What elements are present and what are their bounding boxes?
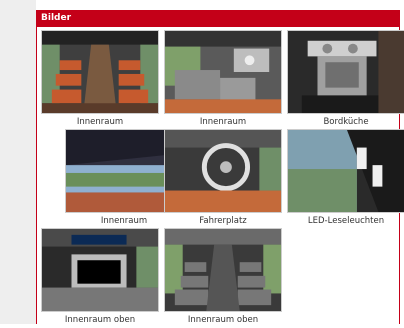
bus-interior-seats-image[interactable] — [41, 30, 159, 114]
section-header: Bilder — [36, 10, 400, 27]
gallery-grid: Innenraum Innenraum Bordküche Innenraum … — [36, 27, 404, 325]
gallery-item-led-leseleuchten[interactable]: LED-Leseleuchten — [287, 129, 404, 229]
gallery-caption: Innenraum oben — [187, 315, 259, 325]
bus-galley-kitchen-image[interactable] — [287, 30, 404, 114]
gallery-caption: Innenraum — [199, 117, 247, 127]
gallery-caption: Fahrerplatz — [199, 216, 247, 226]
gallery-item-innenraum-1[interactable]: Innenraum — [41, 30, 159, 130]
led-reading-lights-image[interactable] — [287, 129, 404, 213]
gallery-item-fahrerplatz[interactable]: Fahrerplatz — [164, 129, 282, 229]
gallery-item-innenraum-oben-1[interactable]: Innenraum oben — [41, 228, 159, 328]
gallery-caption: Innenraum oben — [64, 315, 136, 325]
driver-seat-steering-image[interactable] — [164, 129, 282, 213]
gallery-item-innenraum-oben-2[interactable]: Innenraum oben — [164, 228, 282, 328]
upper-deck-monitor-image[interactable] — [41, 228, 159, 312]
images-panel: Bilder Innenraum Innenraum Bordküche Inn… — [36, 10, 404, 325]
gallery-item-innenraum-2[interactable]: Innenraum — [164, 30, 282, 130]
section-title: Bilder — [41, 13, 72, 23]
gallery-caption: Bordküche — [323, 117, 369, 127]
bus-table-seats-image[interactable] — [164, 30, 282, 114]
gallery-caption: LED-Leseleuchten — [307, 216, 385, 226]
gallery-caption: Innenraum — [76, 117, 124, 127]
gallery-item-bordkueche[interactable]: Bordküche — [287, 30, 404, 130]
page-background-left — [0, 0, 36, 324]
upper-deck-seats-image[interactable] — [164, 228, 282, 312]
